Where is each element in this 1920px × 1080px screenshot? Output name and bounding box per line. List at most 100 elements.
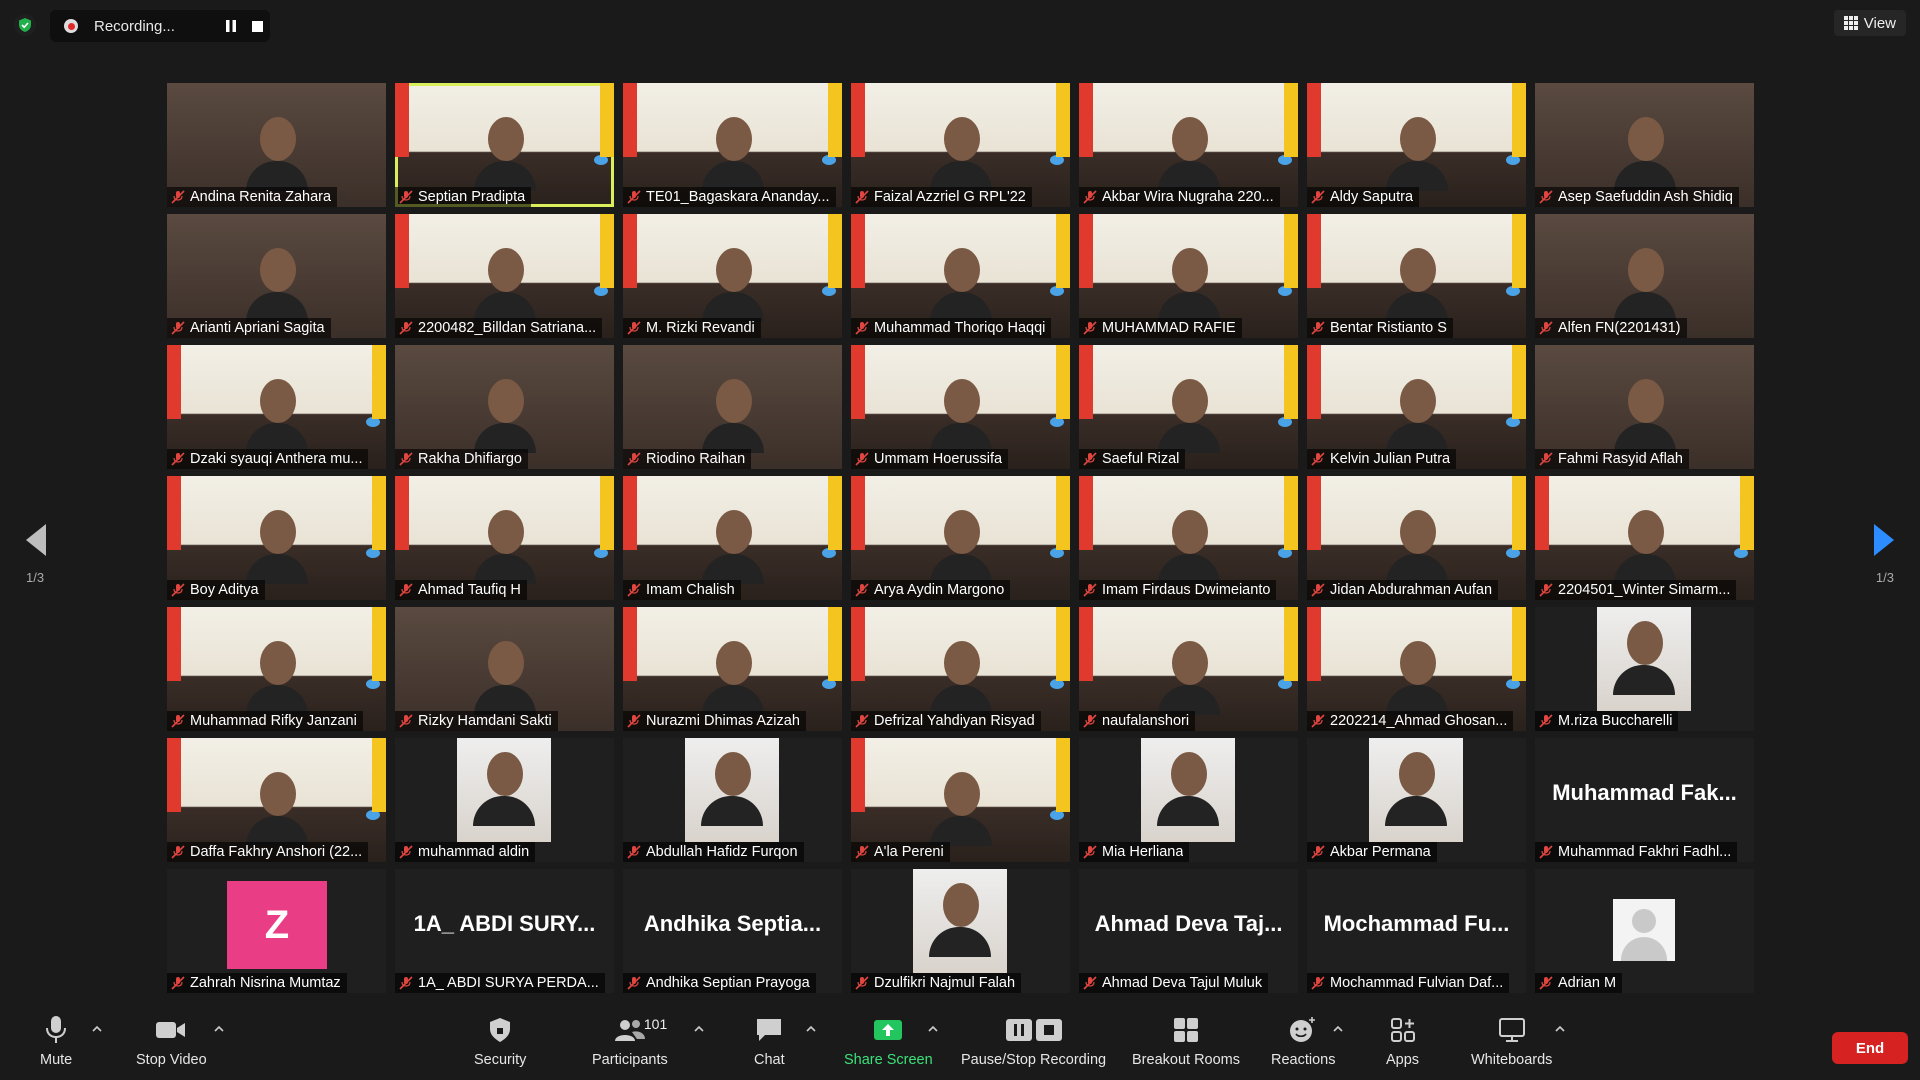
participant-tile[interactable]: muhammad aldin xyxy=(395,738,614,862)
participant-tile[interactable]: Fahmi Rasyid Aflah xyxy=(1535,345,1754,469)
participant-tile[interactable]: Imam Firdaus Dwimeianto xyxy=(1079,476,1298,600)
muted-mic-icon xyxy=(855,452,869,466)
reactions-options-caret-icon[interactable] xyxy=(1331,1022,1345,1036)
participant-tile[interactable]: Asep Saefuddin Ash Shidiq xyxy=(1535,83,1754,207)
participant-tile[interactable]: Rakha Dhifiargo xyxy=(395,345,614,469)
participant-video xyxy=(701,504,764,584)
participant-tile[interactable]: 1A_ ABDI SURY... 1A_ ABDI SURYA PERDA... xyxy=(395,869,614,993)
participant-tile[interactable]: Muhammad Thoriqo Haqqi xyxy=(851,214,1070,338)
participant-tile[interactable]: Dzaki syauqi Anthera mu... xyxy=(167,345,386,469)
share-screen-button[interactable]: Share Screen xyxy=(844,1014,933,1068)
reactions-button[interactable]: Reactions xyxy=(1271,1014,1335,1068)
whiteboards-button[interactable]: Whiteboards xyxy=(1471,1014,1552,1068)
participant-tile[interactable]: Imam Chalish xyxy=(623,476,842,600)
participant-tile[interactable]: Ahmad Deva Taj... Ahmad Deva Tajul Muluk xyxy=(1079,869,1298,993)
participant-tile[interactable]: Arya Aydin Margono xyxy=(851,476,1070,600)
participant-tile[interactable]: 2200482_Billdan Satriana... xyxy=(395,214,614,338)
chat-label: Chat xyxy=(754,1052,785,1068)
participant-tile[interactable]: naufalanshori xyxy=(1079,607,1298,731)
participant-name: Aldy Saputra xyxy=(1330,189,1414,205)
participant-tile[interactable]: Dzulfikri Najmul Falah xyxy=(851,869,1070,993)
participant-tile[interactable]: Daffa Fakhry Anshori (22... xyxy=(167,738,386,862)
stop-recording-button[interactable] xyxy=(244,13,270,39)
participant-name-bar: Muhammad Fakhri Fadhl... xyxy=(1535,842,1738,862)
participant-tile[interactable]: Faizal Azzriel G RPL'22 xyxy=(851,83,1070,207)
share-options-caret-icon[interactable] xyxy=(926,1022,940,1036)
end-meeting-button[interactable]: End xyxy=(1832,1032,1908,1064)
next-page-button[interactable] xyxy=(1864,510,1904,570)
participant-tile[interactable]: Defrizal Yahdiyan Risyad xyxy=(851,607,1070,731)
security-shield-icon[interactable] xyxy=(14,14,36,36)
participant-name: Boy Aditya xyxy=(190,582,259,598)
participant-tile[interactable]: Ahmad Taufiq H xyxy=(395,476,614,600)
participant-tile[interactable]: Boy Aditya xyxy=(167,476,386,600)
participant-tile[interactable]: Muhammad Rifky Janzani xyxy=(167,607,386,731)
participant-tile[interactable]: Andina Renita Zahara xyxy=(167,83,386,207)
participant-tile[interactable]: Akbar Permana xyxy=(1307,738,1526,862)
participant-name: Alfen FN(2201431) xyxy=(1558,320,1681,336)
chat-options-caret-icon[interactable] xyxy=(804,1022,818,1036)
participant-video xyxy=(1613,373,1676,453)
muted-mic-icon xyxy=(855,190,869,204)
participant-tile[interactable]: Adrian M xyxy=(1535,869,1754,993)
breakout-rooms-icon xyxy=(1173,1014,1199,1046)
apps-icon xyxy=(1390,1014,1416,1046)
previous-page-button[interactable] xyxy=(16,510,56,570)
muted-mic-icon xyxy=(1311,845,1325,859)
security-button[interactable]: Security xyxy=(474,1014,526,1068)
participants-button[interactable]: 101 Participants xyxy=(592,1014,668,1068)
apps-button[interactable]: Apps xyxy=(1386,1014,1419,1068)
participant-tile[interactable]: Abdullah Hafidz Furqon xyxy=(623,738,842,862)
participant-tile[interactable]: Jidan Abdurahman Aufan xyxy=(1307,476,1526,600)
participant-tile[interactable]: Saeful Rizal xyxy=(1079,345,1298,469)
participant-name: Mochammad Fulvian Daf... xyxy=(1330,975,1504,991)
stop-video-button[interactable]: Stop Video xyxy=(136,1014,207,1068)
participant-name-bar: Boy Aditya xyxy=(167,580,265,600)
participant-tile[interactable]: Muhammad Fak... Muhammad Fakhri Fadhl... xyxy=(1535,738,1754,862)
participant-tile[interactable]: Bentar Ristianto S xyxy=(1307,214,1526,338)
participant-tile[interactable]: Kelvin Julian Putra xyxy=(1307,345,1526,469)
participant-tile[interactable]: Aldy Saputra xyxy=(1307,83,1526,207)
audio-options-caret-icon[interactable] xyxy=(90,1022,104,1036)
participant-tile[interactable]: Mochammad Fu... Mochammad Fulvian Daf... xyxy=(1307,869,1526,993)
participant-video xyxy=(473,242,536,322)
participant-video xyxy=(1613,242,1676,322)
participant-name: Defrizal Yahdiyan Risyad xyxy=(874,713,1035,729)
participant-tile[interactable]: Mia Herliana xyxy=(1079,738,1298,862)
video-options-caret-icon[interactable] xyxy=(212,1022,226,1036)
participant-tile[interactable]: MUHAMMAD RAFIE xyxy=(1079,214,1298,338)
participant-name-bar: Arianti Apriani Sagita xyxy=(167,318,331,338)
participant-tile[interactable]: Arianti Apriani Sagita xyxy=(167,214,386,338)
pause-recording-button[interactable] xyxy=(218,13,244,39)
participant-name-bar: Ahmad Taufiq H xyxy=(395,580,527,600)
participant-tile[interactable]: M. Rizki Revandi xyxy=(623,214,842,338)
participants-options-caret-icon[interactable] xyxy=(692,1022,706,1036)
participant-tile[interactable]: Riodino Raihan xyxy=(623,345,842,469)
view-button[interactable]: View xyxy=(1833,10,1906,36)
muted-mic-icon xyxy=(1539,452,1553,466)
participant-tile[interactable]: Andhika Septia... Andhika Septian Prayoga xyxy=(623,869,842,993)
participant-tile[interactable]: Ummam Hoerussifa xyxy=(851,345,1070,469)
participant-tile[interactable]: Rizky Hamdani Sakti xyxy=(395,607,614,731)
chat-button[interactable]: Chat xyxy=(754,1014,785,1068)
participant-tile[interactable]: Z Zahrah Nisrina Mumtaz xyxy=(167,869,386,993)
pause-stop-recording-label: Pause/Stop Recording xyxy=(961,1052,1107,1068)
participant-tile[interactable]: Akbar Wira Nugraha 220... xyxy=(1079,83,1298,207)
participant-tile[interactable]: 2204501_Winter Simarm... xyxy=(1535,476,1754,600)
mute-button[interactable]: Mute xyxy=(40,1014,72,1068)
participant-tile[interactable]: Nurazmi Dhimas Azizah xyxy=(623,607,842,731)
participant-tile[interactable]: A'la Pereni xyxy=(851,738,1070,862)
share-screen-label: Share Screen xyxy=(844,1052,933,1068)
pause-icon xyxy=(226,20,236,32)
participant-tile[interactable]: M.riza Buccharelli xyxy=(1535,607,1754,731)
participant-name-bar: 2202214_Ahmad Ghosan... xyxy=(1307,711,1514,731)
participant-tile[interactable]: Alfen FN(2201431) xyxy=(1535,214,1754,338)
pause-stop-recording-button[interactable]: Pause/Stop Recording xyxy=(961,1014,1106,1068)
muted-mic-icon xyxy=(171,452,185,466)
participant-tile[interactable]: TE01_Bagaskara Ananday... xyxy=(623,83,842,207)
participant-tile[interactable]: 2202214_Ahmad Ghosan... xyxy=(1307,607,1526,731)
breakout-rooms-button[interactable]: Breakout Rooms xyxy=(1132,1014,1240,1068)
whiteboards-options-caret-icon[interactable] xyxy=(1553,1022,1567,1036)
muted-mic-icon xyxy=(399,714,413,728)
participant-tile[interactable]: Septian Pradipta xyxy=(395,83,614,207)
